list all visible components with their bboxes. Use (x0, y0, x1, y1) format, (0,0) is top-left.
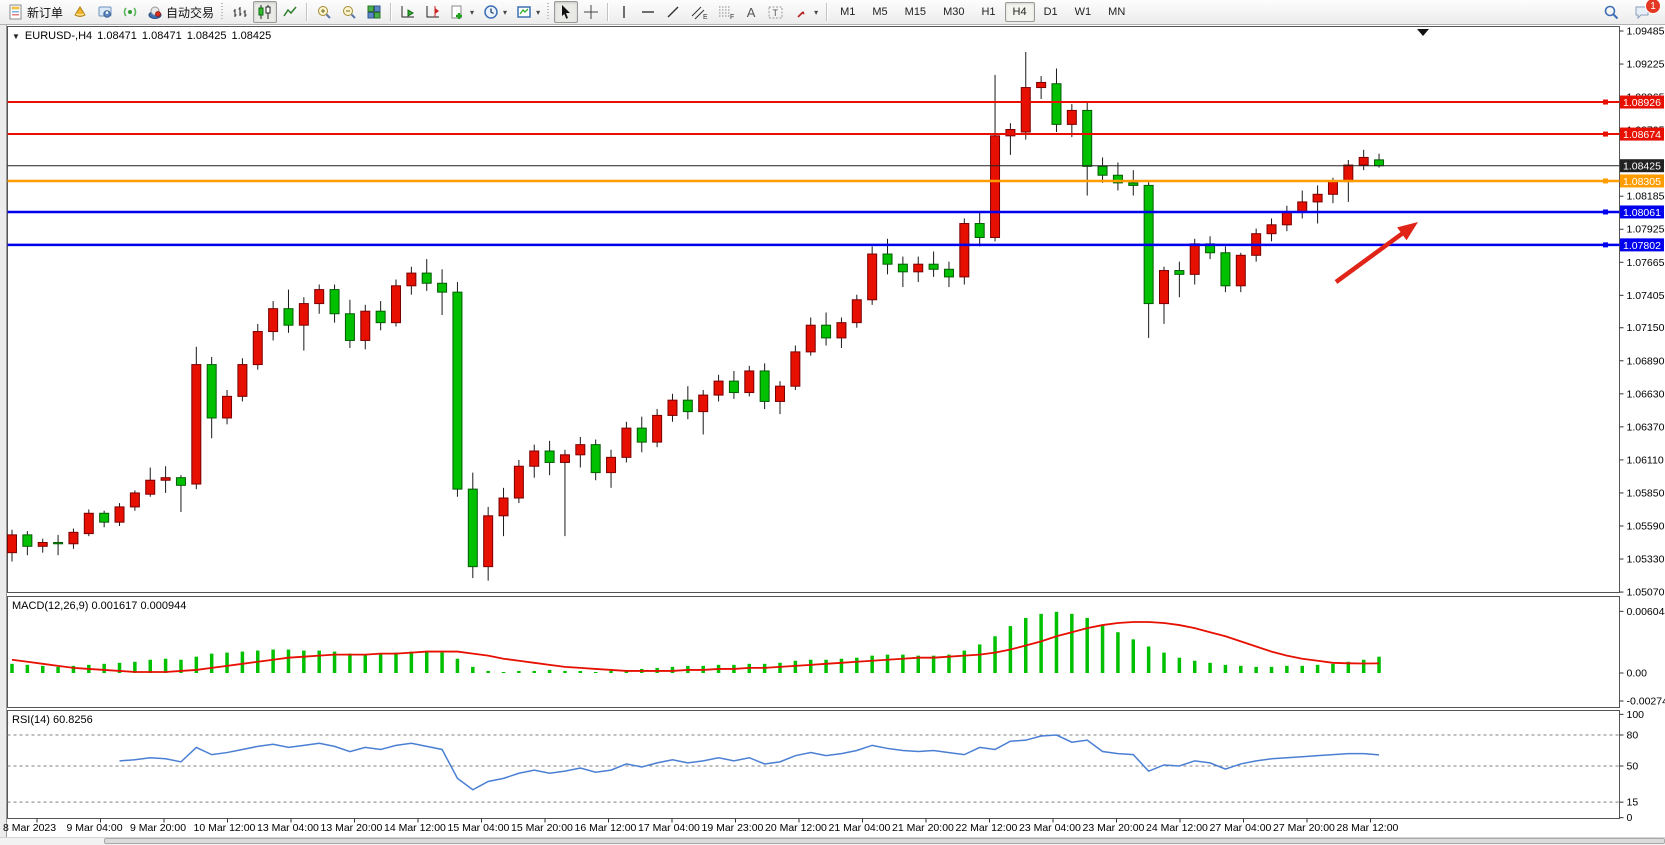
candle (453, 282, 462, 497)
price-tick-label: 1.05850 (1627, 487, 1665, 499)
ohlc-close: 1.08425 (231, 30, 271, 42)
rsi-axis-label: 0 (1627, 812, 1633, 824)
price-tick-label: 1.07925 (1627, 224, 1665, 236)
symbol-period-label: EURUSD-,H4 (25, 30, 92, 42)
ohlc-high: 1.08471 (142, 30, 182, 42)
price-tick-label: 1.05070 (1627, 587, 1665, 599)
macd-name: MACD(12,26,9) (12, 600, 88, 612)
price-tick-label: 1.06370 (1627, 421, 1665, 433)
date-label: 23 Mar 04:00 (1019, 822, 1081, 834)
candle (852, 295, 861, 328)
macd-axis-label: -0.002746 (1627, 696, 1665, 708)
date-label: 10 Mar 12:00 (194, 822, 256, 834)
scrollbar-thumb[interactable] (104, 838, 1665, 844)
date-label: 27 Mar 04:00 (1210, 822, 1272, 834)
rsi-label: RSI(14) 60.8256 (12, 714, 93, 726)
rsi-axis-label: 80 (1627, 730, 1639, 742)
ohlc-low: 1.08425 (187, 30, 227, 42)
candle (238, 358, 247, 401)
price-tick-label: 1.06890 (1627, 355, 1665, 367)
date-label: 23 Mar 20:00 (1083, 822, 1145, 834)
candle (192, 347, 201, 489)
candle (1236, 253, 1245, 292)
date-label: 8 Mar 2023 (3, 822, 56, 834)
rsi-axis-label: 15 (1627, 797, 1639, 809)
date-label: 27 Mar 20:00 (1273, 822, 1335, 834)
candle (960, 218, 969, 284)
panel-frame (8, 597, 1620, 708)
date-label: 24 Mar 12:00 (1146, 822, 1208, 834)
date-label: 13 Mar 04:00 (257, 822, 319, 834)
rsi-axis-label: 50 (1627, 761, 1639, 773)
ohlc-open: 1.08471 (97, 30, 137, 42)
price-badge-label: 1.08305 (1623, 176, 1661, 188)
date-label: 28 Mar 12:00 (1337, 822, 1399, 834)
macd-main-value: 0.001617 (91, 600, 137, 612)
price-badge-label: 1.07802 (1623, 240, 1661, 252)
rsi-name: RSI(14) (12, 714, 50, 726)
price-badge-label: 1.08674 (1623, 129, 1661, 141)
price-tick-label: 1.08185 (1627, 191, 1665, 203)
candle (868, 246, 877, 304)
date-label: 20 Mar 12:00 (765, 822, 827, 834)
rsi-value: 60.8256 (53, 714, 93, 726)
chart-canvas[interactable]: 1.094851.092251.089651.087051.084451.081… (0, 0, 1665, 844)
price-badge-label: 1.08425 (1623, 161, 1661, 173)
rsi-axis-label: 100 (1627, 709, 1645, 721)
price-tick-label: 1.05590 (1627, 520, 1665, 532)
price-tick-label: 1.06630 (1627, 388, 1665, 400)
date-label: 9 Mar 04:00 (67, 822, 123, 834)
price-badge-label: 1.08926 (1623, 97, 1661, 109)
price-tick-label: 1.07665 (1627, 257, 1665, 269)
date-label: 13 Mar 20:00 (321, 822, 383, 834)
date-label: 15 Mar 04:00 (448, 822, 510, 834)
macd-label: MACD(12,26,9) 0.001617 0.000944 (12, 600, 186, 612)
candle (115, 503, 124, 526)
date-label: 9 Mar 20:00 (130, 822, 186, 834)
macd-signal-value: 0.000944 (140, 600, 186, 612)
price-tick-label: 1.07405 (1627, 290, 1665, 302)
macd-axis-label: 0.00 (1627, 668, 1648, 680)
price-tick-label: 1.06110 (1627, 454, 1664, 466)
chart-header: ▼ EURUSD-,H4 1.08471 1.08471 1.08425 1.0… (12, 30, 271, 42)
candle (84, 509, 93, 536)
symbol-dropdown-icon[interactable]: ▼ (12, 32, 20, 41)
date-label: 22 Mar 12:00 (956, 822, 1018, 834)
candle (622, 422, 631, 463)
macd-axis-label: 0.006044 (1627, 606, 1665, 618)
date-label: 21 Mar 20:00 (892, 822, 954, 834)
date-label: 16 Mar 12:00 (575, 822, 637, 834)
candle (514, 460, 523, 503)
price-tick-label: 1.09225 (1627, 59, 1665, 71)
date-label: 17 Mar 04:00 (638, 822, 700, 834)
candle (1221, 246, 1230, 292)
price-tick-label: 1.07150 (1627, 322, 1665, 334)
candle (791, 346, 800, 390)
date-label: 21 Mar 04:00 (829, 822, 891, 834)
date-label: 19 Mar 23:00 (702, 822, 764, 834)
price-tick-label: 1.09485 (1627, 26, 1665, 38)
date-label: 15 Mar 20:00 (511, 822, 573, 834)
candle (392, 279, 401, 326)
price-tick-label: 1.05330 (1627, 554, 1665, 566)
price-badge-label: 1.08061 (1623, 207, 1661, 219)
date-label: 14 Mar 12:00 (384, 822, 446, 834)
panel-frame (8, 27, 1620, 593)
